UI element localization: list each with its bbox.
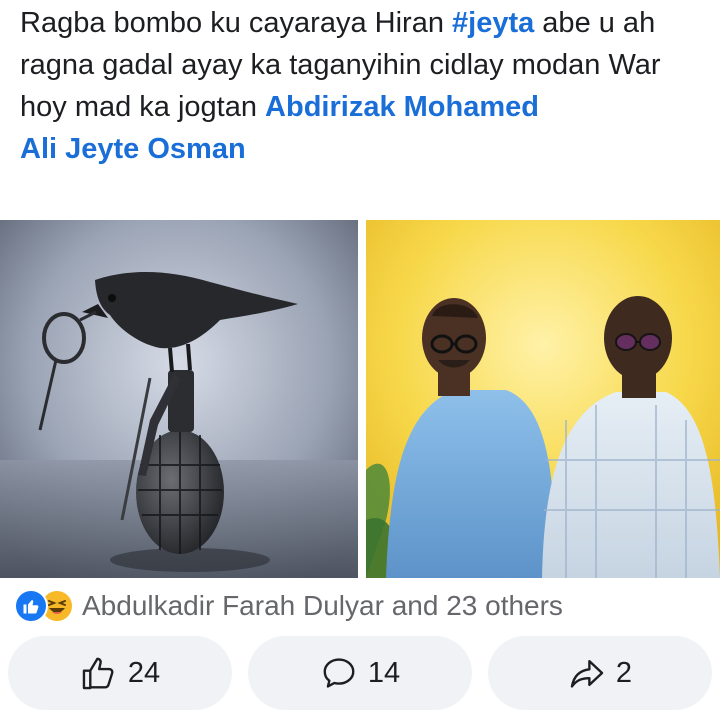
reactions-summary[interactable]: Abdulkadir Farah Dulyar and 23 others bbox=[14, 586, 563, 626]
photo-grid bbox=[0, 220, 720, 578]
reactors-text[interactable]: Abdulkadir Farah Dulyar and 23 others bbox=[82, 590, 563, 622]
photo-crow-grenade[interactable] bbox=[0, 220, 358, 578]
share-button[interactable]: 2 bbox=[488, 636, 712, 710]
share-icon bbox=[570, 659, 604, 688]
mention-link-abdirizak[interactable]: Abdirizak Mohamed bbox=[265, 91, 539, 123]
two-men-photo bbox=[366, 220, 720, 578]
comment-count: 14 bbox=[367, 656, 401, 689]
comment-button[interactable]: 14 bbox=[248, 636, 472, 710]
action-bar: 24 14 2 bbox=[8, 636, 712, 710]
photo-two-men[interactable] bbox=[366, 220, 720, 578]
post-text-part1: Ragba bombo ku cayaraya Hiran bbox=[20, 7, 453, 39]
comment-icon bbox=[323, 658, 355, 688]
post-text: Ragba bombo ku cayaraya Hiran #jeyta abe… bbox=[20, 2, 710, 170]
mention-link-ali-jeyte[interactable]: Ali Jeyte Osman bbox=[20, 133, 246, 165]
share-count: 2 bbox=[615, 656, 633, 689]
like-count: 24 bbox=[127, 656, 161, 689]
like-button[interactable]: 24 bbox=[8, 636, 232, 710]
thumbs-up-icon bbox=[82, 657, 114, 690]
like-reaction-icon bbox=[14, 589, 48, 623]
crow-grenade-illustration bbox=[0, 220, 358, 578]
hashtag-link[interactable]: #jeyta bbox=[452, 7, 534, 39]
reaction-icons bbox=[14, 589, 74, 623]
